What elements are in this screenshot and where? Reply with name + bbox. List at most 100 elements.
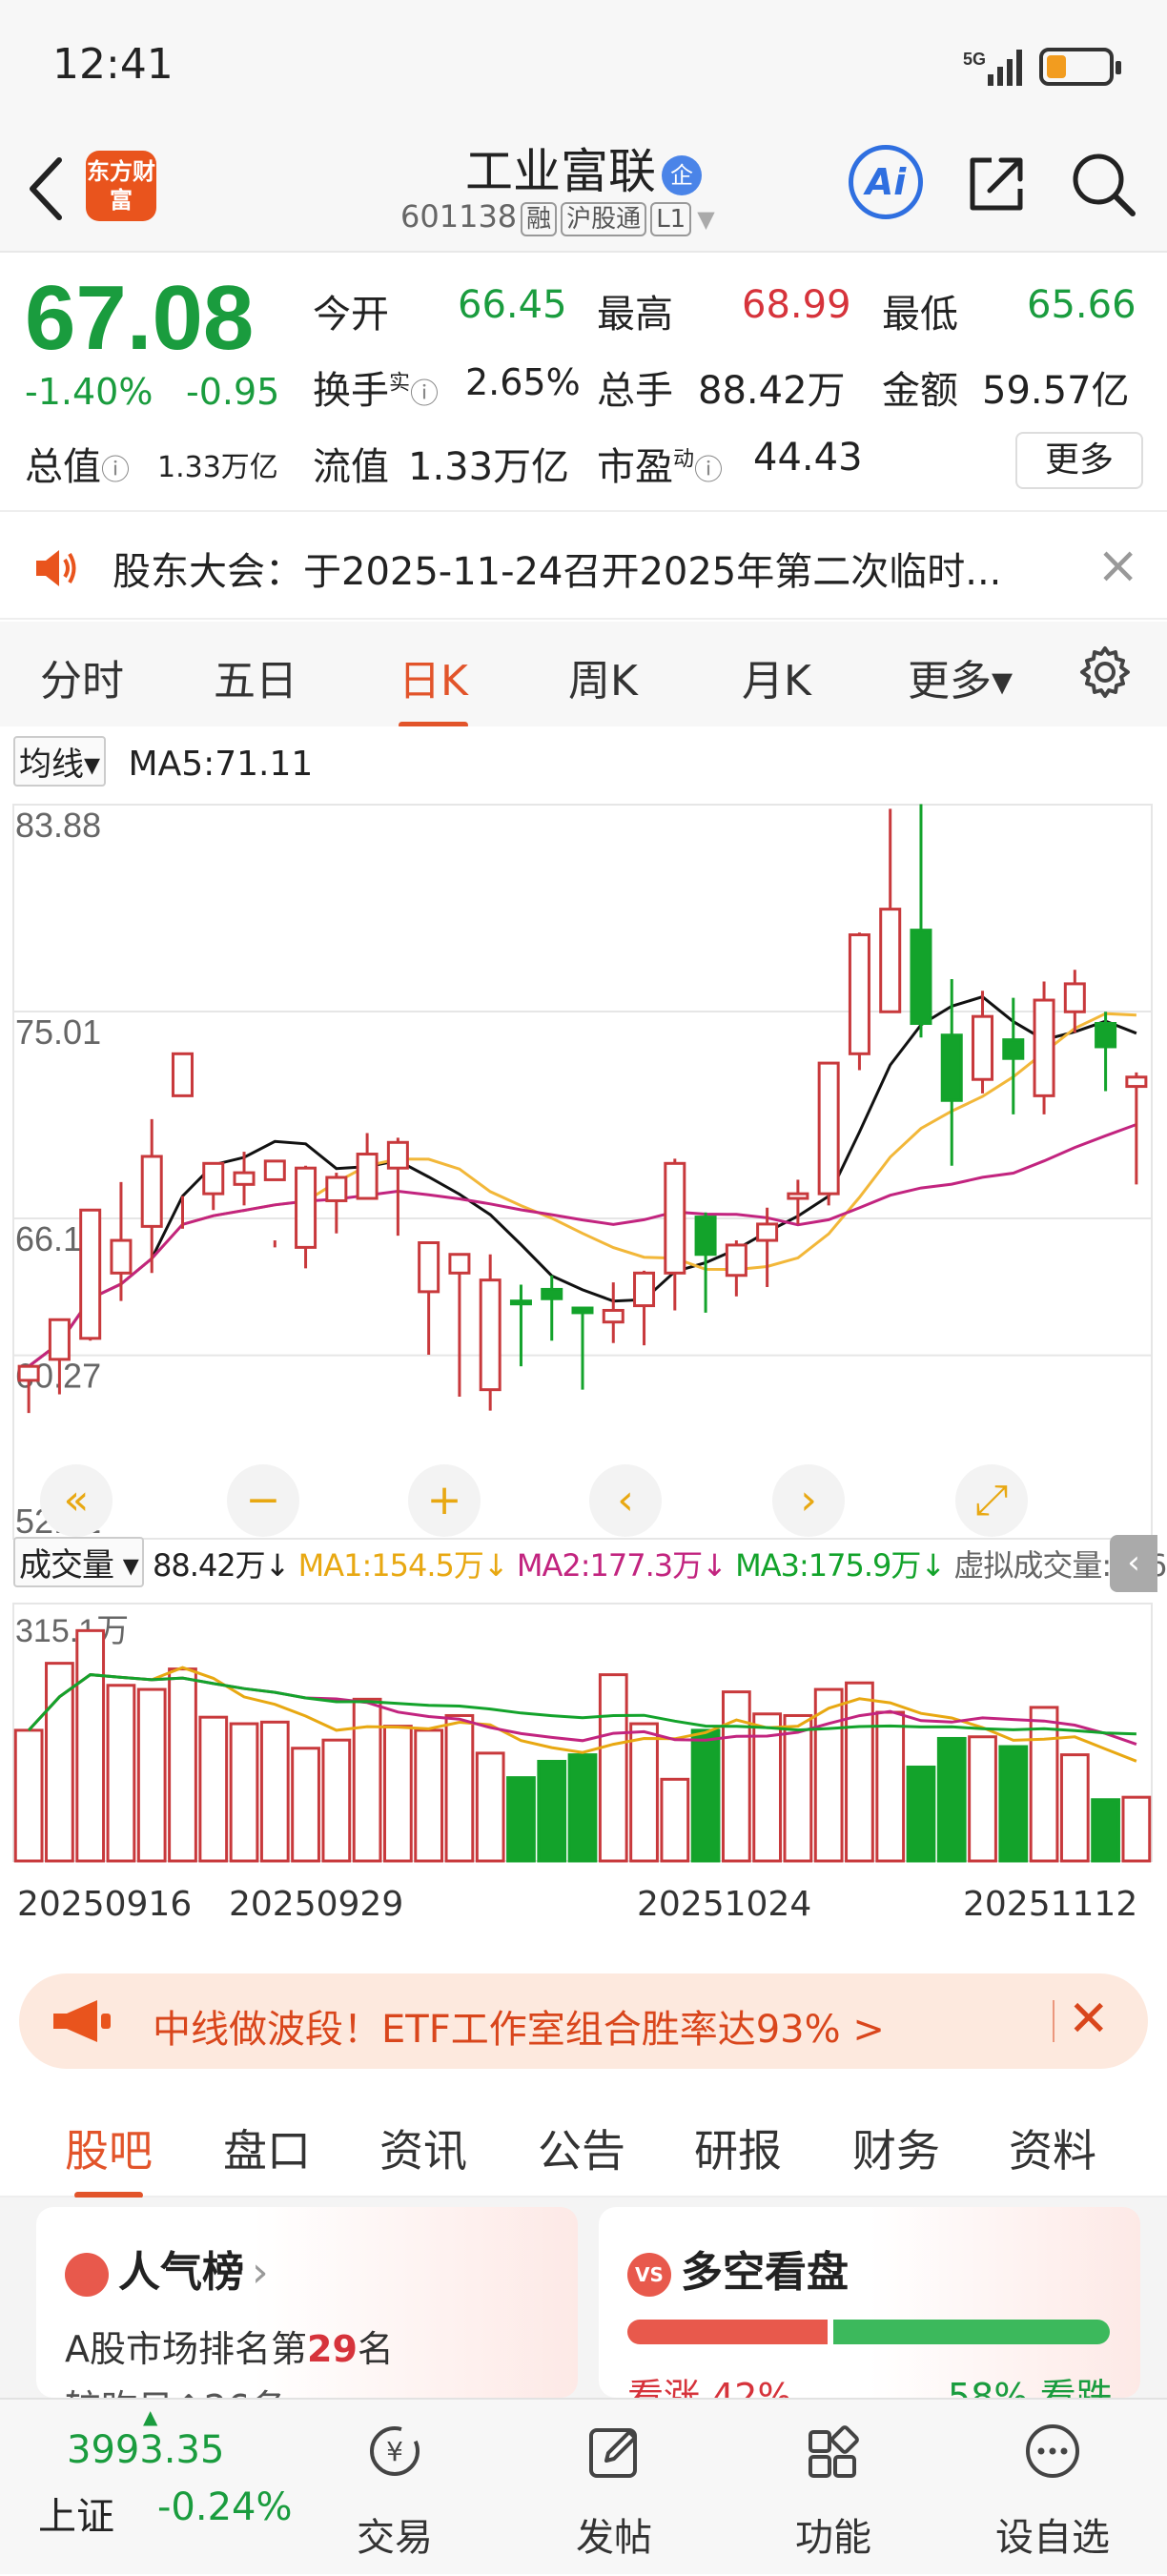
volume-bar bbox=[567, 1753, 598, 1863]
candle-body bbox=[910, 929, 932, 1026]
pe-label: 市盈动ⓘ bbox=[597, 445, 724, 489]
volume-bar bbox=[936, 1736, 967, 1863]
volume-bar bbox=[968, 1735, 997, 1863]
volume-bar bbox=[537, 1759, 567, 1863]
promo-banner[interactable]: 中线做波段！ETF工作室组合胜率达93% > ✕ bbox=[19, 1973, 1148, 2069]
candle-body bbox=[356, 1153, 379, 1200]
ai-button[interactable]: Ai bbox=[849, 145, 923, 219]
volume-bar bbox=[1121, 1795, 1152, 1863]
quote-panel: 67.08 -1.40% -0.95 今开 66.45 最高 68.99 最低 … bbox=[0, 255, 1167, 510]
tab-announcements[interactable]: 公告 bbox=[538, 2116, 625, 2179]
date-label: 20251112 bbox=[963, 1885, 1138, 1924]
candlestick-plot[interactable]: 83.8875.0166.1460.2752.41«−+‹›⤢ bbox=[0, 786, 1167, 1586]
clock: 12:41 bbox=[52, 40, 174, 89]
candle-body bbox=[664, 1161, 686, 1275]
volume-bar bbox=[198, 1715, 229, 1863]
chart-nav-icon: ‹ bbox=[617, 1476, 634, 1524]
plot-frame bbox=[12, 804, 1153, 1540]
tab-five-day[interactable]: 五日 bbox=[214, 646, 297, 707]
volume-bar bbox=[998, 1745, 1029, 1863]
collapse-tab[interactable]: ‹ bbox=[1110, 1535, 1157, 1592]
price-axis-label: 75.01 bbox=[15, 1012, 101, 1052]
sentiment-title: VS 多空看盘 bbox=[627, 2238, 849, 2299]
status-bar: 12:41 5G bbox=[0, 0, 1167, 124]
ma-selector[interactable]: 均线▾ bbox=[13, 736, 107, 787]
candle-body bbox=[571, 1306, 594, 1315]
tab-pankou[interactable]: 盘口 bbox=[223, 2116, 311, 2179]
candle-body bbox=[325, 1176, 348, 1202]
turnover-label: 换手实ⓘ bbox=[313, 369, 440, 413]
tab-daily-k[interactable]: 日K bbox=[399, 646, 468, 728]
volume-bar bbox=[352, 1697, 382, 1863]
vol-ma3: MA3:175.9万↓ bbox=[735, 1547, 946, 1584]
volume-bar bbox=[875, 1710, 906, 1863]
gear-icon[interactable] bbox=[1077, 644, 1133, 700]
more-button[interactable]: 更多 bbox=[1015, 432, 1143, 489]
info-icon: ⓘ bbox=[101, 454, 130, 487]
volume-axis-label: 315.1万 bbox=[15, 1613, 129, 1649]
candle-body bbox=[1033, 998, 1055, 1097]
candle-body bbox=[848, 933, 870, 1055]
candle-body bbox=[79, 1208, 102, 1340]
svg-text:¥: ¥ bbox=[386, 2436, 403, 2467]
vol-ma2: MA2:177.3万↓ bbox=[516, 1547, 727, 1584]
nav-add-watchlist[interactable]: 设自选 bbox=[976, 2400, 1129, 2576]
volume-selector[interactable]: 成交量 ▾ bbox=[13, 1537, 144, 1587]
candle-body bbox=[602, 1308, 624, 1324]
index-change: -0.24% bbox=[157, 2485, 293, 2529]
popularity-card[interactable]: 人气榜› A股市场排名第29名 较昨日↑26名 bbox=[36, 2207, 578, 2398]
tab-weekly-k[interactable]: 周K bbox=[568, 646, 638, 707]
volume-label: 总手 bbox=[597, 369, 673, 413]
candle-body bbox=[418, 1241, 440, 1294]
mktcap-label: 总值ⓘ bbox=[25, 445, 130, 489]
volume-bar bbox=[629, 1722, 659, 1863]
nav-add-watchlist-label: 设自选 bbox=[995, 2516, 1110, 2560]
share-icon[interactable] bbox=[963, 151, 1030, 217]
candle-body bbox=[263, 1159, 286, 1181]
volume-bar bbox=[321, 1738, 352, 1863]
volume-bar bbox=[906, 1765, 936, 1863]
volume-plot[interactable]: 315.1万 bbox=[0, 1594, 1167, 1880]
close-icon[interactable]: × bbox=[1096, 535, 1139, 595]
nav-post[interactable]: 发帖 bbox=[538, 2400, 690, 2576]
volume-bar bbox=[136, 1687, 167, 1863]
volume-bar bbox=[1091, 1798, 1120, 1863]
candle-body bbox=[1063, 982, 1086, 1013]
candle-body bbox=[202, 1161, 225, 1196]
nav-trade[interactable]: ¥ 交易 bbox=[318, 2400, 471, 2576]
tab-guba[interactable]: 股吧 bbox=[65, 2116, 153, 2198]
tab-more[interactable]: 更多▾ bbox=[908, 646, 1013, 707]
notice-bar[interactable]: 股东大会：于2025-11-24召开2025年第二次临时... × bbox=[0, 510, 1167, 620]
tab-news[interactable]: 资讯 bbox=[379, 2116, 467, 2179]
tab-intraday[interactable]: 分时 bbox=[40, 646, 124, 707]
sentiment-card[interactable]: VS 多空看盘 看涨 42% 58% 看跌 bbox=[599, 2207, 1140, 2398]
speaker-icon bbox=[36, 550, 76, 586]
date-label: 20250916 bbox=[17, 1885, 193, 1924]
kline-chart[interactable]: 均线▾ MA5:71.11 83.8875.0166.1460.2752.41«… bbox=[0, 726, 1167, 1956]
tab-profile[interactable]: 资料 bbox=[1009, 2116, 1096, 2179]
stock-header: 东方财富 工业富联企 601138 融沪股通 L1 ▼ Ai bbox=[0, 124, 1167, 253]
pe-sup: 动 bbox=[673, 447, 695, 472]
stock-code-row[interactable]: 601138 融沪股通 L1 ▼ bbox=[400, 198, 715, 236]
search-icon[interactable] bbox=[1068, 149, 1138, 219]
volume-legend: 成交量 ▾ 88.42万↓ MA1:154.5万↓ MA2:177.3万↓ MA… bbox=[13, 1537, 1167, 1587]
volume-bar bbox=[106, 1684, 136, 1863]
nav-post-label: 发帖 bbox=[576, 2516, 652, 2560]
volume-bar bbox=[75, 1628, 106, 1863]
nav-functions-label: 功能 bbox=[795, 2516, 871, 2560]
volume-bar bbox=[444, 1713, 475, 1863]
tab-research[interactable]: 研报 bbox=[694, 2116, 782, 2179]
low-value: 65.66 bbox=[1027, 283, 1136, 327]
pe-value: 44.43 bbox=[753, 436, 863, 480]
index-ticker[interactable]: ▲ 3993.35 上证 -0.24% bbox=[0, 2400, 305, 2576]
close-icon[interactable]: ✕ bbox=[1068, 1991, 1110, 2048]
tab-finance[interactable]: 财务 bbox=[852, 2116, 940, 2179]
mktcap-value: 1.33万亿 bbox=[157, 451, 278, 484]
nav-functions[interactable]: 功能 bbox=[757, 2400, 910, 2576]
candle-body bbox=[694, 1216, 717, 1257]
battery-icon bbox=[1039, 48, 1121, 86]
tab-monthly-k[interactable]: 月K bbox=[742, 646, 811, 707]
candle-body bbox=[479, 1278, 502, 1392]
candle-body bbox=[787, 1192, 809, 1200]
volume-bar bbox=[414, 1728, 444, 1863]
